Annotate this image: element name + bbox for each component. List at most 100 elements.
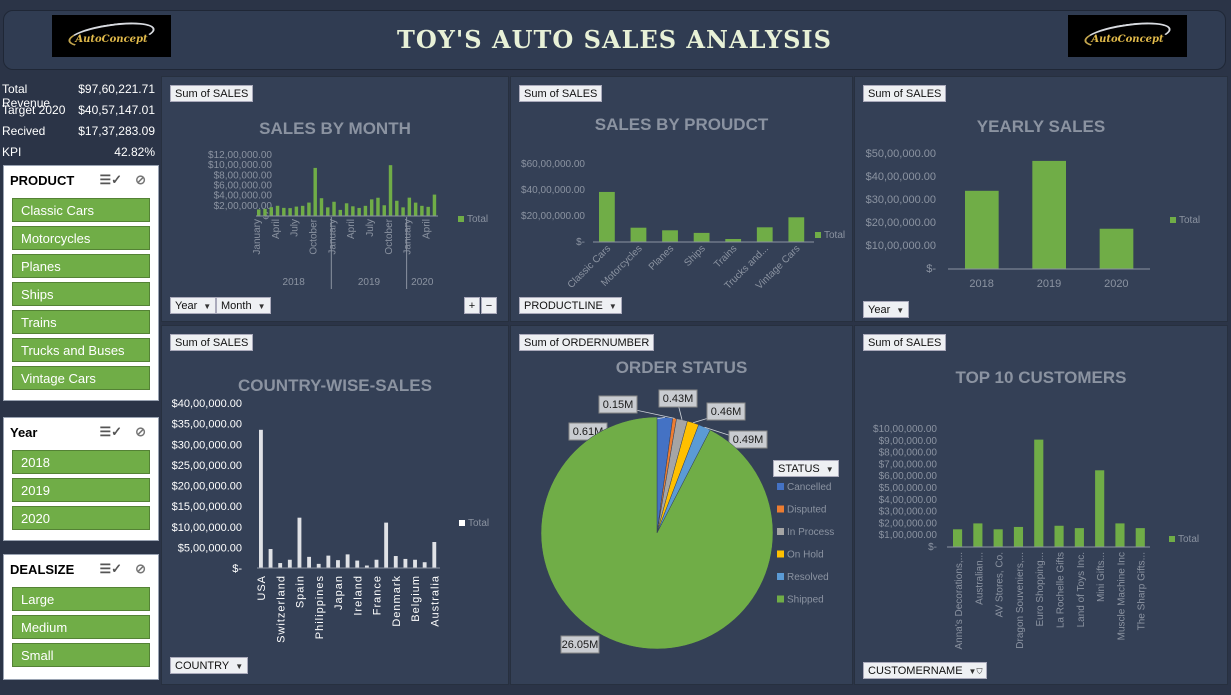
collapse-icon[interactable]: − (481, 297, 497, 314)
y-tick-label: $1,00,000.00 (879, 530, 938, 541)
country-filter-button[interactable]: COUNTRY ▼ (170, 657, 249, 674)
month-filter-button[interactable]: Month ▼ (216, 297, 271, 314)
legend-label: Total (468, 518, 489, 529)
country-bar (432, 542, 437, 568)
slicer-header: Year ☰✓ ⊘ (4, 418, 158, 446)
month-tick-label: January (403, 219, 414, 255)
month-bar (388, 165, 393, 216)
y-tick-label: $30,00,000.00 (172, 439, 242, 451)
expand-icon[interactable]: + (464, 297, 480, 314)
month-bar (426, 206, 430, 216)
legend-label: Total (1178, 534, 1199, 545)
legend-swatch (777, 528, 784, 535)
multi-select-icon[interactable]: ☰✓ (99, 172, 122, 188)
customer-bar (1034, 439, 1044, 547)
legend-swatch (1170, 217, 1176, 223)
y-tick-label: $10,00,000.00 (208, 160, 272, 171)
month-tick-label: January (327, 219, 338, 255)
clear-filter-icon[interactable]: ⊘ (135, 172, 146, 188)
year-slicer: Year ☰✓ ⊘ 2018 2019 2020 (3, 417, 159, 541)
multi-select-icon[interactable]: ☰✓ (99, 424, 122, 440)
month-bar (344, 203, 349, 216)
product-slicer: PRODUCT ☰✓ ⊘ Classic Cars Motorcycles Pl… (3, 165, 159, 401)
legend-label: In Process (787, 527, 834, 538)
slicer-item[interactable]: Trucks and Buses (12, 338, 150, 362)
slicer-item[interactable]: Small (12, 643, 150, 667)
button-label: Year (175, 300, 198, 312)
legend-swatch (777, 550, 784, 558)
multi-select-icon[interactable]: ☰✓ (99, 561, 122, 577)
product-bar (662, 230, 678, 242)
kpi-label: Total Revenue (2, 82, 51, 110)
y-tick-label: $5,00,000.00 (178, 542, 242, 554)
country-bar (326, 555, 331, 568)
product-tick-label: Trains (712, 243, 739, 270)
country-bar (287, 559, 292, 568)
y-tick-label: $40,00,000.00 (521, 185, 585, 196)
legend-swatch (777, 505, 784, 513)
slicer-item[interactable]: 2020 (12, 506, 150, 530)
legend-label: Total (467, 214, 488, 225)
customer-tick-label: Mini Gifts... (1096, 552, 1107, 602)
legend-label: Resolved (787, 572, 829, 583)
month-bar (257, 209, 261, 216)
slicer-title: Year (10, 424, 38, 440)
slicer-item[interactable]: Trains (12, 310, 150, 334)
month-bar (382, 205, 386, 216)
slicer-item[interactable]: Classic Cars (12, 198, 150, 222)
country-bar (259, 429, 263, 568)
month-bar (338, 209, 343, 216)
data-label: 0.49M (733, 434, 764, 446)
y-tick-label: $2,00,000.00 (879, 518, 938, 529)
year-tick-label: 2020 (1104, 278, 1128, 290)
month-bar (326, 207, 330, 216)
customer-bar (973, 523, 983, 547)
year-filter-button[interactable]: Year ▼ (863, 301, 910, 318)
legend-label: On Hold (787, 550, 824, 561)
legend-swatch (458, 216, 464, 222)
slicer-item[interactable]: 2019 (12, 478, 150, 502)
legend-swatch (1169, 536, 1175, 542)
country-bar (422, 562, 427, 568)
clear-filter-icon[interactable]: ⊘ (135, 424, 146, 440)
customers-chart: $-$1,00,000.00$2,00,000.00$3,00,000.00$4… (873, 424, 1199, 650)
status-filter-button[interactable]: STATUS ▼ (773, 460, 839, 477)
y-tick-label: $15,00,000.00 (172, 501, 242, 513)
slicer-item[interactable]: Ships (12, 282, 150, 306)
country-tick-label: Ireland (352, 575, 364, 616)
clear-filter-icon[interactable]: ⊘ (135, 561, 146, 577)
y-tick-label: $50,00,000.00 (866, 148, 936, 160)
legend-swatch (459, 520, 465, 526)
y-tick-label: $40,00,000.00 (866, 171, 936, 183)
country-bar (297, 517, 302, 568)
yearly-sales-panel: Sum of SALES YEARLY SALES $- $10,00,000.0… (854, 76, 1228, 322)
y-tick-label: $4,00,000.00 (879, 495, 938, 506)
y-tick-label: $10,00,000.00 (172, 522, 242, 534)
country-tick-label: Belgium (410, 575, 422, 622)
slicer-item[interactable]: Planes (12, 254, 150, 278)
month-bar (263, 208, 267, 216)
country-tick-label: France (372, 575, 384, 615)
logo-right: AutoConcept (1068, 15, 1187, 57)
slicer-item[interactable]: 2018 (12, 450, 150, 474)
y-tick-label: $4,00,000.00 (214, 191, 273, 202)
country-bar (345, 554, 350, 568)
y-tick-label: $7,00,000.00 (879, 459, 938, 470)
customername-filter-button[interactable]: CUSTOMERNAME ▼⛉ (863, 662, 988, 679)
slicer-item[interactable]: Motorcycles (12, 226, 150, 250)
y-tick-label: $- (926, 263, 936, 275)
country-sales-panel: Sum of SALES COUNTRY-WISE-SALES $- $5,00,… (161, 325, 509, 685)
y-tick-label: $20,00,000.00 (866, 217, 936, 229)
month-bar (332, 201, 336, 216)
customer-bar (1074, 528, 1084, 547)
y-tick-label: $- (928, 542, 937, 553)
country-bar (316, 563, 321, 568)
productline-filter-button[interactable]: PRODUCTLINE ▼ (519, 297, 622, 314)
country-tick-label: Philippines (314, 575, 326, 639)
slicer-item[interactable]: Vintage Cars (12, 366, 150, 390)
slicer-item[interactable]: Medium (12, 615, 150, 639)
month-tick-label: October (308, 218, 319, 254)
slicer-item[interactable]: Large (12, 587, 150, 611)
year-filter-button[interactable]: Year ▼ (170, 297, 217, 314)
kpi-value: $97,60,221.71 (78, 82, 155, 96)
